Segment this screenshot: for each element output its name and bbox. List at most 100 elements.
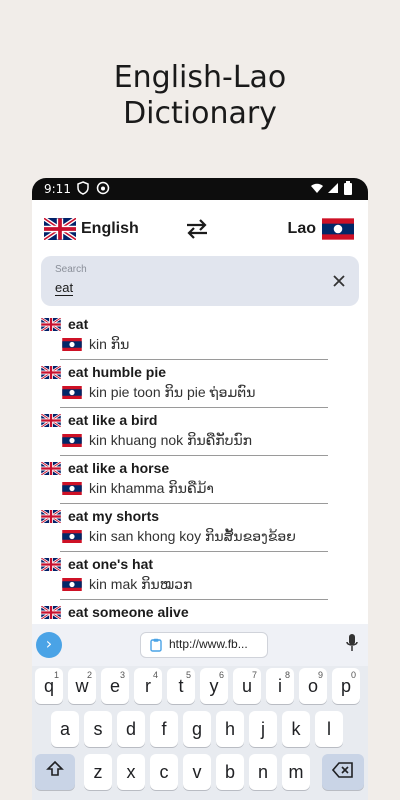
language-bar: English Lao: [32, 200, 368, 256]
key-label: c: [159, 762, 169, 782]
key-hint: 2: [86, 670, 92, 680]
key-label: l: [327, 719, 331, 739]
key-label: s: [93, 719, 103, 739]
uk-flag-icon: [44, 218, 76, 240]
key-a[interactable]: a: [51, 711, 79, 747]
key-p[interactable]: p0: [332, 668, 360, 704]
key-v[interactable]: v: [183, 754, 211, 790]
key-hint: 3: [119, 670, 125, 680]
target-language-button[interactable]: Lao: [288, 218, 354, 240]
key-i[interactable]: i8: [266, 668, 294, 704]
backspace-key[interactable]: [322, 754, 364, 790]
key-c[interactable]: c: [150, 754, 178, 790]
uk-flag-icon: [41, 605, 61, 619]
key-d[interactable]: d: [117, 711, 145, 747]
english-word: eat my shorts: [68, 508, 160, 524]
shield-icon: [76, 181, 90, 198]
key-label: k: [291, 719, 301, 739]
lao-flag-icon: [62, 578, 82, 591]
key-g[interactable]: g: [183, 711, 211, 747]
status-time: 9:11: [44, 182, 71, 196]
result-entry[interactable]: eat like a horse kin khamma ກິນຄືມ້າ: [32, 456, 368, 504]
uk-flag-icon: [41, 317, 61, 331]
english-term: eat one's hat: [41, 556, 153, 572]
chevron-right-icon[interactable]: ›: [36, 632, 62, 658]
clear-icon[interactable]: [331, 273, 347, 293]
result-entry[interactable]: eat kin ກິນ: [32, 312, 368, 360]
key-m[interactable]: m: [282, 754, 310, 790]
key-l[interactable]: l: [315, 711, 343, 747]
uk-flag-icon: [41, 461, 61, 475]
lao-flag-icon: [62, 434, 82, 447]
swap-languages-icon[interactable]: [184, 219, 210, 243]
key-label: p: [340, 676, 351, 696]
key-s[interactable]: s: [84, 711, 112, 747]
key-hint: 0: [350, 670, 356, 680]
result-entry[interactable]: eat my shorts kin san khong koy ກິນສັ້ນຂອ…: [32, 504, 368, 552]
key-label: o: [307, 676, 318, 696]
key-label: i: [278, 676, 282, 696]
search-box[interactable]: Search eat: [41, 256, 359, 306]
lao-translation: kin khuang nok ກິນຄືກັບນົກ: [89, 432, 253, 448]
english-term: eat someone alive: [41, 604, 189, 620]
key-t[interactable]: t5: [167, 668, 195, 704]
lao-translation: kin ກິນ: [89, 336, 130, 352]
key-n[interactable]: n: [249, 754, 277, 790]
key-hint: 7: [251, 670, 257, 680]
headline-line-1: English-Lao: [113, 60, 287, 95]
key-f[interactable]: f: [150, 711, 178, 747]
key-hint: 4: [152, 670, 158, 680]
key-b[interactable]: b: [216, 754, 244, 790]
search-label: Search: [55, 264, 87, 275]
clipboard-url-text: http://www.fb...: [169, 637, 248, 651]
key-w[interactable]: w2: [68, 668, 96, 704]
key-j[interactable]: j: [249, 711, 277, 747]
english-word: eat like a horse: [68, 460, 170, 476]
key-label: a: [59, 719, 70, 739]
key-z[interactable]: z: [84, 754, 112, 790]
english-word: eat like a bird: [68, 412, 158, 428]
key-q[interactable]: q1: [35, 668, 63, 704]
key-k[interactable]: k: [282, 711, 310, 747]
key-e[interactable]: e3: [101, 668, 129, 704]
key-label: m: [288, 762, 304, 782]
key-r[interactable]: r4: [134, 668, 162, 704]
english-word: eat: [68, 316, 89, 332]
clipboard-suggestion[interactable]: http://www.fb...: [140, 632, 268, 658]
lao-flag-icon: [322, 218, 354, 240]
key-label: q: [43, 676, 54, 696]
result-entry[interactable]: eat humble pie kin pie toon ກິນ pie ຖ່ອມຕ…: [32, 360, 368, 408]
key-hint: 9: [317, 670, 323, 680]
lao-flag-icon: [62, 530, 82, 543]
key-label: h: [224, 719, 235, 739]
key-label: e: [109, 676, 120, 696]
uk-flag-icon: [41, 413, 61, 427]
result-entry[interactable]: eat one's hat kin mak ກິນໝວກ: [32, 552, 368, 600]
key-x[interactable]: x: [117, 754, 145, 790]
uk-flag-icon: [41, 509, 61, 523]
key-label: j: [261, 719, 265, 739]
shift-key[interactable]: [35, 754, 75, 790]
english-term: eat like a bird: [41, 412, 157, 428]
result-entry[interactable]: eat like a bird kin khuang nok ກິນຄືກັບນົ…: [32, 408, 368, 456]
battery-icon: [344, 181, 352, 198]
camera-icon: [96, 181, 110, 198]
key-u[interactable]: u7: [233, 668, 261, 704]
microphone-icon[interactable]: [346, 634, 358, 656]
key-label: r: [145, 676, 151, 696]
lao-term: kin san khong koy ກິນສັ້ນຂອງຂ້ອຍ: [62, 528, 296, 545]
lao-translation: kin khamma ກິນຄືມ້າ: [89, 480, 214, 496]
source-language-button[interactable]: English: [44, 218, 139, 240]
key-y[interactable]: y6: [200, 668, 228, 704]
headline-line-2: Dictionary: [123, 96, 277, 131]
key-label: t: [178, 676, 184, 696]
key-hint: 5: [185, 670, 191, 680]
key-o[interactable]: o9: [299, 668, 327, 704]
key-label: g: [191, 719, 202, 739]
lao-term: kin mak ກິນໝວກ: [62, 576, 192, 593]
english-term: eat humble pie: [41, 364, 166, 380]
key-h[interactable]: h: [216, 711, 244, 747]
lao-term: kin pie toon ກິນ pie ຖ່ອມຕົນ: [62, 384, 255, 401]
search-input[interactable]: eat: [55, 280, 74, 296]
english-word: eat someone alive: [68, 604, 189, 620]
